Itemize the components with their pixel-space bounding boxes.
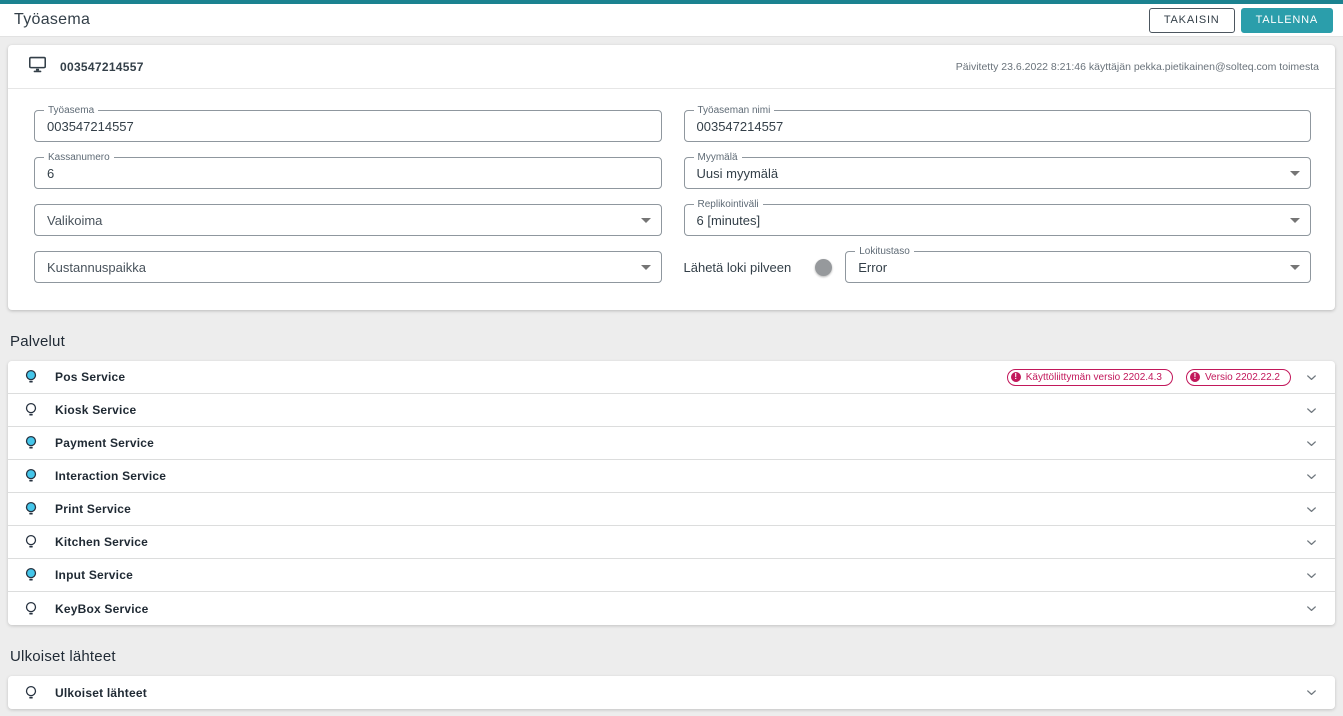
service-row-pos-service[interactable]: Pos Service! Käyttöliittymän versio 2202.… [8, 361, 1335, 394]
services-list: Pos Service! Käyttöliittymän versio 2202.… [8, 361, 1335, 625]
row-right-area [1304, 436, 1319, 451]
row-right-area [1304, 568, 1319, 583]
service-name: Interaction Service [55, 469, 167, 483]
chevron-down-icon[interactable] [1304, 370, 1319, 385]
version-badge-label: Versio 2202.22.2 [1204, 371, 1280, 383]
lokitustaso-value: Error [858, 259, 888, 275]
service-row-payment-service[interactable]: Payment Service [8, 427, 1335, 460]
error-icon: ! [1010, 372, 1021, 382]
version-badge: ! Versio 2202.22.2 [1185, 368, 1291, 386]
replikointivali-value: 6 [minutes] [696, 212, 761, 228]
lightbulb-off-icon [22, 600, 40, 618]
monitor-icon [28, 56, 47, 78]
lightbulb-off-icon [22, 533, 40, 551]
service-name: Input Service [55, 568, 133, 582]
lightbulb-on-icon [22, 566, 40, 584]
workstation-form: Työasema 003547214557 Työaseman nimi 003… [8, 89, 1335, 310]
service-row-interaction-service[interactable]: Interaction Service [8, 460, 1335, 493]
lightbulb-on-icon [22, 368, 40, 386]
service-name: Pos Service [55, 370, 126, 384]
kustannuspaikka-label: Kustannuspaikka [47, 259, 147, 275]
tyoasema-label: Työasema [44, 105, 99, 116]
service-name: Kitchen Service [55, 535, 149, 549]
version-badge-label: Käyttöliittymän versio 2202.4.3 [1025, 371, 1162, 383]
row-right-area [1304, 403, 1319, 418]
log-settings-cell: Lähetä loki pilveen Lokitustaso Error [683, 246, 1311, 283]
chevron-down-icon [640, 265, 651, 270]
service-name: KeyBox Service [55, 601, 149, 616]
chevron-down-icon [1290, 171, 1300, 176]
row-right-area: ! Käyttöliittymän versio 2202.4.3! Versio … [1006, 368, 1319, 386]
row-right-area [1304, 469, 1319, 484]
kassanumero-value: 6 [47, 165, 55, 181]
service-row-ulkoiset-l-hteet[interactable]: Ulkoiset lähteet [8, 676, 1335, 709]
kassanumero-label: Kassanumero [44, 152, 114, 163]
toggle-thumb [815, 258, 833, 276]
lightbulb-on-icon [22, 500, 40, 518]
lokitustaso-label: Lokitustaso [855, 246, 914, 257]
service-row-print-service[interactable]: Print Service [8, 493, 1335, 526]
chevron-down-icon[interactable] [1304, 535, 1319, 550]
workstation-id: 003547214557 [60, 59, 144, 74]
chevron-down-icon[interactable] [1304, 403, 1319, 418]
tyoasema-field[interactable]: Työasema 003547214557 [34, 105, 662, 142]
lightbulb-off-icon [22, 401, 40, 419]
header-actions: TAKAISIN TALLENNA [1148, 7, 1333, 33]
page-title: Työasema [14, 11, 91, 28]
service-name: Payment Service [55, 436, 155, 450]
updated-text: Päivitetty 23.6.2022 8:21:46 käyttäjän p… [955, 60, 1319, 73]
error-icon: ! [1189, 372, 1200, 382]
tyoaseman-nimi-label: Työaseman nimi [693, 105, 775, 116]
save-button[interactable]: TALLENNA [1240, 7, 1333, 33]
chevron-down-icon[interactable] [1304, 601, 1319, 616]
lightbulb-on-icon [22, 434, 40, 452]
chevron-down-icon[interactable] [1304, 685, 1319, 700]
external-sources-list: Ulkoiset lähteet [8, 676, 1335, 709]
laheta-loki-label: Lähetä loki pilveen [683, 259, 792, 275]
row-right-area [1304, 535, 1319, 550]
row-right-area [1304, 601, 1319, 616]
laheta-loki-toggle[interactable] [802, 258, 833, 276]
workstation-id-row: 003547214557 Päivitetty 23.6.2022 8:21:4… [8, 45, 1335, 89]
replikointivali-select[interactable]: Replikointiväli 6 [minutes] [683, 199, 1311, 236]
service-name: Kiosk Service [55, 403, 137, 417]
chevron-down-icon[interactable] [1304, 436, 1319, 451]
myymala-value: Uusi myymälä [696, 165, 779, 181]
service-name: Ulkoiset lähteet [55, 685, 147, 700]
tyoaseman-nimi-value: 003547214557 [696, 118, 784, 134]
chevron-down-icon [640, 218, 651, 223]
back-button[interactable]: TAKAISIN [1148, 7, 1235, 33]
row-right-area [1304, 502, 1319, 517]
kustannuspaikka-select[interactable]: Kustannuspaikka [34, 251, 662, 283]
version-badge: ! Käyttöliittymän versio 2202.4.3 [1006, 368, 1173, 386]
service-row-kitchen-service[interactable]: Kitchen Service [8, 526, 1335, 559]
replikointivali-label: Replikointiväli [693, 199, 763, 210]
chevron-down-icon[interactable] [1304, 568, 1319, 583]
lightbulb-off-icon [22, 684, 40, 702]
page-header: Työasema TAKAISIN TALLENNA [0, 4, 1343, 37]
workstation-card: 003547214557 Päivitetty 23.6.2022 8:21:4… [8, 45, 1335, 310]
service-row-kiosk-service[interactable]: Kiosk Service [8, 394, 1335, 427]
valikoima-label: Valikoima [47, 212, 103, 228]
row-right-area [1304, 685, 1319, 700]
section-title-ulkoiset: Ulkoiset lähteet [10, 648, 116, 665]
myymala-label: Myymälä [693, 152, 742, 163]
lokitustaso-select[interactable]: Lokitustaso Error [845, 246, 1311, 283]
chevron-down-icon[interactable] [1304, 502, 1319, 517]
chevron-down-icon [1290, 218, 1300, 223]
page-content: 003547214557 Päivitetty 23.6.2022 8:21:4… [0, 37, 1343, 716]
chevron-down-icon [1290, 265, 1300, 270]
service-row-input-service[interactable]: Input Service [8, 559, 1335, 592]
service-name: Print Service [55, 502, 131, 516]
service-row-keybox-service[interactable]: KeyBox Service [8, 592, 1335, 625]
chevron-down-icon[interactable] [1304, 469, 1319, 484]
tyoasema-value: 003547214557 [47, 118, 134, 134]
lightbulb-on-icon [22, 467, 40, 485]
section-title-palvelut: Palvelut [10, 333, 65, 350]
myymala-select[interactable]: Myymälä Uusi myymälä [683, 152, 1311, 189]
kassanumero-field[interactable]: Kassanumero 6 [34, 152, 662, 189]
tyoaseman-nimi-field[interactable]: Työaseman nimi 003547214557 [683, 105, 1311, 142]
valikoima-select[interactable]: Valikoima [34, 204, 662, 236]
